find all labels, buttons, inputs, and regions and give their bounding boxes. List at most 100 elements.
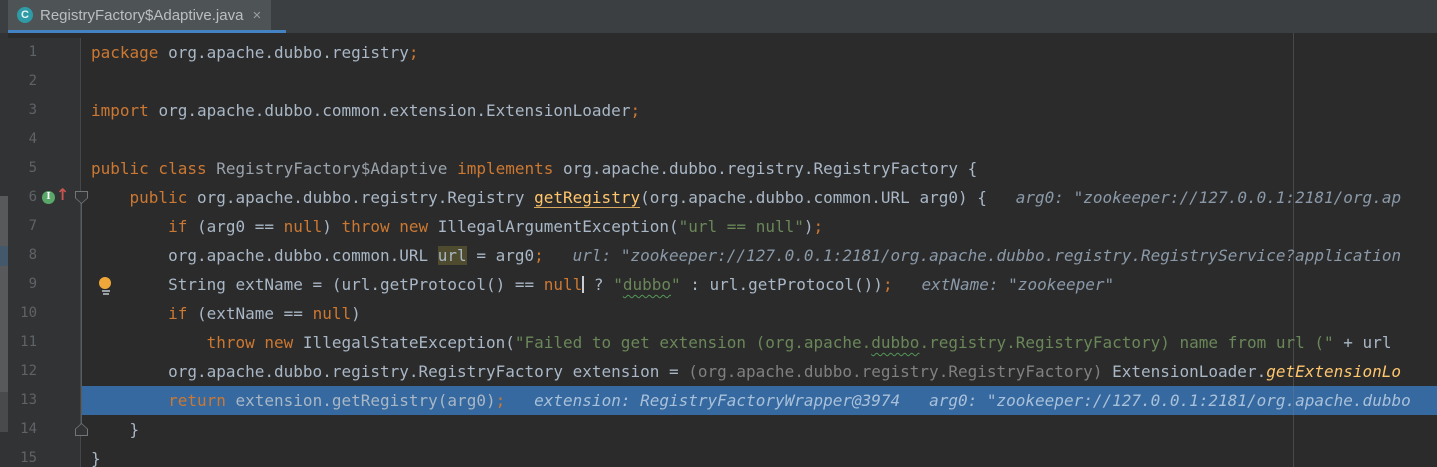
- java-class-icon: C: [17, 7, 33, 23]
- fold-collapse-start-icon[interactable]: [75, 191, 88, 204]
- code-text[interactable]: package org.apache.dubbo.registry;: [81, 38, 1437, 67]
- code-text[interactable]: [81, 125, 1437, 154]
- bulb-glass: [99, 277, 111, 289]
- scrollbar-thumb-lower[interactable]: [0, 392, 8, 432]
- editor-tab-bar: C RegistryFactory$Adaptive.java ×: [0, 0, 1437, 33]
- code-segment: ": [671, 275, 681, 294]
- code-line[interactable]: 8 org.apache.dubbo.common.URL url = arg0…: [0, 241, 1437, 270]
- code-segment: (org.apache.dubbo.common.URL arg0) {: [640, 188, 987, 207]
- code-segment: [91, 188, 130, 207]
- code-segment: dubbo: [871, 333, 919, 352]
- line-number[interactable]: 8: [0, 241, 81, 270]
- code-segment: arg0: "zookeeper://127.0.0.1:2181/org.ap: [987, 188, 1401, 207]
- line-number[interactable]: 5: [0, 154, 81, 183]
- code-line[interactable]: 13 return extension.getRegistry(arg0); e…: [0, 386, 1437, 415]
- code-text[interactable]: import org.apache.dubbo.common.extension…: [81, 96, 1437, 125]
- code-line[interactable]: 10 if (extName == null): [0, 299, 1437, 328]
- code-segment: null: [284, 217, 323, 236]
- tab-registryfactory-adaptive[interactable]: C RegistryFactory$Adaptive.java ×: [8, 0, 271, 30]
- code-segment: ;: [814, 217, 824, 236]
- code-text[interactable]: public class RegistryFactory$Adaptive im…: [81, 154, 1437, 183]
- code-line[interactable]: 3import org.apache.dubbo.common.extensio…: [0, 96, 1437, 125]
- line-number[interactable]: 7: [0, 212, 81, 241]
- code-text[interactable]: }: [81, 444, 1437, 467]
- code-segment: ;: [630, 101, 640, 120]
- code-segment: public class: [91, 159, 216, 178]
- code-line[interactable]: 14 }: [0, 415, 1437, 444]
- line-number[interactable]: 13: [0, 386, 81, 415]
- code-line[interactable]: 9 String extName = (url.getProtocol() ==…: [0, 270, 1437, 299]
- bulb-base: [102, 290, 110, 292]
- code-segment: org.apache.dubbo.registry.Registry: [197, 188, 534, 207]
- code-rows: 1package org.apache.dubbo.registry;23imp…: [0, 38, 1437, 467]
- go-to-super-arrow-icon[interactable]: ↑: [56, 185, 69, 205]
- code-segment: ": [613, 275, 623, 294]
- code-segment: org.apache.dubbo.registry: [168, 43, 409, 62]
- code-text[interactable]: public org.apache.dubbo.registry.Registr…: [81, 183, 1437, 212]
- code-segment: extName: "zookeeper": [893, 275, 1115, 294]
- code-line[interactable]: 6 public org.apache.dubbo.registry.Regis…: [0, 183, 1437, 212]
- code-line[interactable]: 15}: [0, 444, 1437, 467]
- fold-icon-fill: [76, 424, 87, 435]
- code-text[interactable]: org.apache.dubbo.common.URL url = arg0; …: [81, 241, 1437, 270]
- line-number[interactable]: 15: [0, 444, 81, 467]
- code-line[interactable]: 11 throw new IllegalStateException("Fail…: [0, 328, 1437, 357]
- code-segment: implements: [457, 159, 563, 178]
- line-number[interactable]: 3: [0, 96, 81, 125]
- code-line[interactable]: 7 if (arg0 == null) throw new IllegalArg…: [0, 212, 1437, 241]
- code-segment: [91, 333, 207, 352]
- code-segment: import: [91, 101, 158, 120]
- code-segment: [91, 217, 168, 236]
- code-text[interactable]: }: [81, 415, 1437, 444]
- code-text[interactable]: [81, 67, 1437, 96]
- line-number[interactable]: 11: [0, 328, 81, 357]
- line-number[interactable]: 14: [0, 415, 81, 444]
- code-line[interactable]: 4: [0, 125, 1437, 154]
- implements-method-gutter-icon[interactable]: I: [42, 191, 55, 204]
- code-segment: : url.getProtocol()): [681, 275, 883, 294]
- code-segment: + url: [1334, 333, 1392, 352]
- left-pane-scrollbar: [0, 33, 8, 467]
- code-segment: if: [168, 304, 197, 323]
- code-text[interactable]: throw new IllegalStateException("Failed …: [81, 328, 1437, 357]
- fold-region-line: [81, 198, 82, 430]
- code-segment: ;: [883, 275, 893, 294]
- code-text[interactable]: return extension.getRegistry(arg0); exte…: [81, 386, 1437, 415]
- code-segment: org.apache.dubbo.registry.RegistryFactor…: [563, 159, 977, 178]
- code-text[interactable]: if (arg0 == null) throw new IllegalArgum…: [81, 212, 1437, 241]
- code-segment: getRegistry: [534, 188, 640, 208]
- code-line[interactable]: 5public class RegistryFactory$Adaptive i…: [0, 154, 1437, 183]
- code-segment: null: [544, 275, 583, 294]
- code-segment: org.apache.dubbo.common.extension.Extens…: [158, 101, 630, 120]
- code-segment: ;: [534, 246, 544, 265]
- code-segment: url: "zookeeper://127.0.0.1:2181/org.apa…: [544, 246, 1401, 265]
- bulb-base: [103, 293, 109, 295]
- line-number[interactable]: 12: [0, 357, 81, 386]
- code-segment: = arg0: [467, 246, 534, 265]
- line-number[interactable]: 2: [0, 67, 81, 96]
- code-text[interactable]: String extName = (url.getProtocol() == n…: [81, 270, 1437, 299]
- code-line[interactable]: 1package org.apache.dubbo.registry;: [0, 38, 1437, 67]
- code-editor[interactable]: 1package org.apache.dubbo.registry;23imp…: [0, 33, 1437, 467]
- code-segment: public: [130, 188, 197, 207]
- fold-collapse-end-icon[interactable]: [75, 423, 88, 436]
- code-segment: org.apache.dubbo.registry.RegistryFactor…: [91, 362, 688, 381]
- line-number[interactable]: 9: [0, 270, 81, 299]
- code-segment: (extName ==: [197, 304, 313, 323]
- code-segment: .registry.RegistryFactory) name from url…: [919, 333, 1333, 352]
- code-text[interactable]: org.apache.dubbo.registry.RegistryFactor…: [81, 357, 1437, 386]
- code-line[interactable]: 12 org.apache.dubbo.registry.RegistryFac…: [0, 357, 1437, 386]
- intention-bulb-icon[interactable]: [99, 277, 112, 294]
- code-segment: throw new: [341, 217, 437, 236]
- code-segment: IllegalArgumentException(: [438, 217, 679, 236]
- code-line[interactable]: 2: [0, 67, 1437, 96]
- line-number[interactable]: 10: [0, 299, 81, 328]
- fold-icon-fill: [76, 192, 87, 203]
- code-segment: extension: RegistryFactoryWrapper@3974 a…: [505, 391, 1410, 410]
- tab-close-icon[interactable]: ×: [252, 8, 261, 23]
- scrollbar-execution-mark: [0, 246, 8, 266]
- line-number[interactable]: 1: [0, 38, 81, 67]
- code-text[interactable]: if (extName == null): [81, 299, 1437, 328]
- scrollbar-thumb[interactable]: [0, 196, 8, 392]
- line-number[interactable]: 4: [0, 125, 81, 154]
